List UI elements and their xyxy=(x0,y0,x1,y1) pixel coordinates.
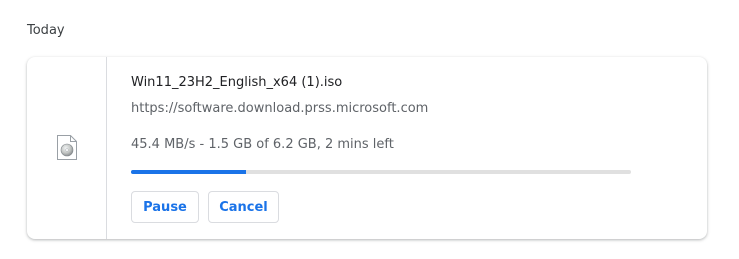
download-item-card: Win11_23H2_English_x64 (1).iso https://s… xyxy=(27,57,707,239)
file-icon-column xyxy=(27,57,107,239)
date-group-heading: Today xyxy=(27,23,65,38)
pause-button[interactable]: Pause xyxy=(131,191,199,223)
disc-image-file-icon xyxy=(56,134,78,161)
download-progress-fill xyxy=(131,170,246,174)
download-progress-bar xyxy=(131,170,631,174)
source-url-link[interactable]: https://software.download.prss.microsoft… xyxy=(131,101,428,117)
download-details: Win11_23H2_English_x64 (1).iso https://s… xyxy=(131,57,707,239)
cancel-button[interactable]: Cancel xyxy=(208,191,279,223)
file-name-link[interactable]: Win11_23H2_English_x64 (1).iso xyxy=(131,75,342,91)
downloads-page: Today Win11_23H2_English_x64 (1).iso htt… xyxy=(0,0,739,259)
download-status-text: 45.4 MB/s - 1.5 GB of 6.2 GB, 2 mins lef… xyxy=(131,137,394,152)
